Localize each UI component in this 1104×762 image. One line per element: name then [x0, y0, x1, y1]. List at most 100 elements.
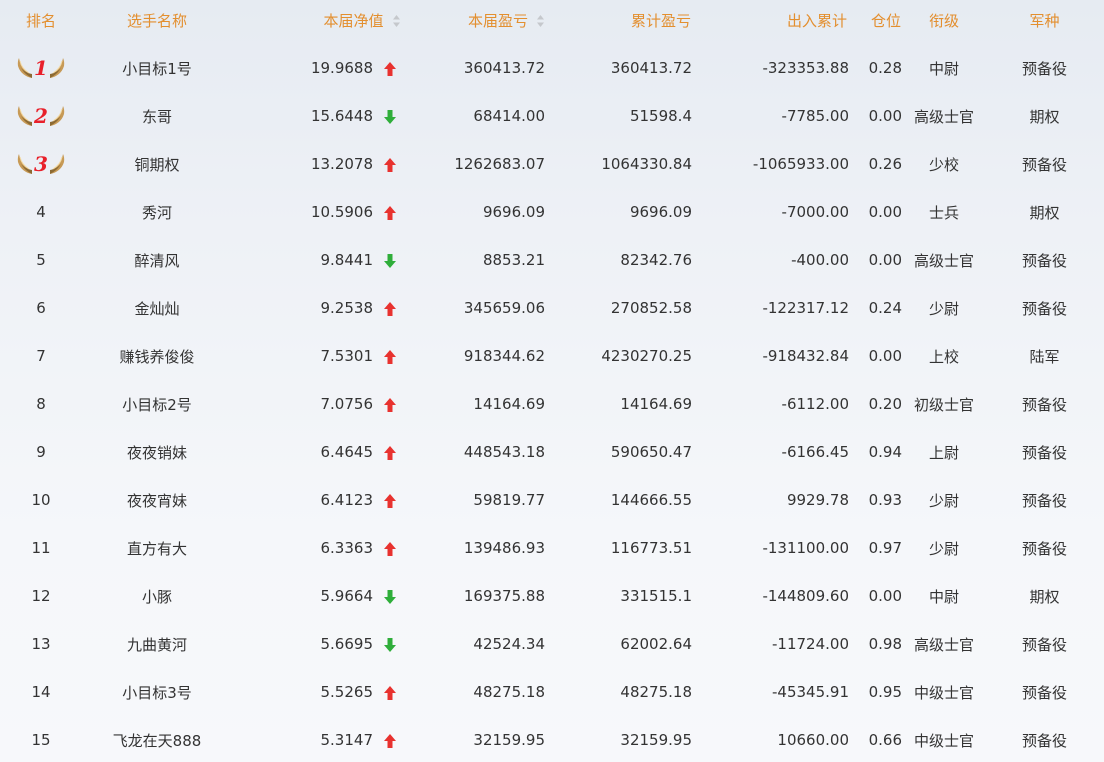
player-name[interactable]: 赚钱养俊俊: [82, 346, 232, 367]
header-session-pnl[interactable]: 本届盈亏: [430, 10, 545, 31]
arrow-down-icon: [383, 637, 397, 653]
table-row[interactable]: 10 夜夜宵妹 6.4123 59819.77 144666.55 9929.7…: [0, 476, 1104, 524]
table-row[interactable]: 11 直方有大 6.3363 139486.93 116773.51 -1311…: [0, 524, 1104, 572]
position: 0.66: [868, 731, 902, 749]
wing-left-icon: [16, 153, 33, 175]
player-name[interactable]: 九曲黄河: [82, 634, 232, 655]
rank-cell: 15: [0, 731, 82, 749]
net-value: 5.6695: [320, 635, 374, 653]
cash-flow: -11724.00: [772, 635, 849, 653]
arrow-up-icon: [383, 61, 397, 77]
arrow-down-icon: [383, 109, 397, 125]
rank-title: 高级士官: [913, 251, 974, 270]
rank-number: 9: [36, 443, 46, 461]
position: 0.94: [868, 443, 902, 461]
session-pnl: 8853.21: [482, 251, 545, 269]
arrow-up-icon: [383, 301, 397, 317]
rank-cell: 7: [0, 347, 82, 365]
player-name[interactable]: 金灿灿: [82, 298, 232, 319]
table-row[interactable]: 4 秀河 10.5906 9696.09 9696.09 -7000.00 0.…: [0, 188, 1104, 236]
player-name[interactable]: 醉清风: [82, 250, 232, 271]
trend-cell: [373, 299, 398, 317]
table-row[interactable]: 7 赚钱养俊俊 7.5301 918344.62 4230270.25 -918…: [0, 332, 1104, 380]
net-value: 15.6448: [310, 107, 373, 125]
session-pnl: 59819.77: [473, 491, 545, 509]
cumulative-pnl: 1064330.84: [601, 155, 692, 173]
header-position: 仓位: [870, 11, 901, 30]
header-net-value[interactable]: 本届净值: [232, 10, 430, 31]
arrow-up-icon: [383, 205, 397, 221]
table-row[interactable]: 3 铜期权 13.2078 1262683.07 1064330.84 -106…: [0, 140, 1104, 188]
rank-number: 8: [36, 395, 46, 413]
trend-cell: [373, 155, 398, 173]
position: 0.00: [868, 347, 902, 365]
rank-title: 初级士官: [913, 395, 974, 414]
player-name[interactable]: 小目标2号: [82, 394, 232, 415]
session-pnl: 139486.93: [463, 539, 545, 557]
header-net-value-label: 本届净值: [323, 11, 384, 30]
cash-flow: -1065933.00: [752, 155, 849, 173]
arrow-up-icon: [383, 733, 397, 749]
player-name[interactable]: 小目标3号: [82, 682, 232, 703]
rank-title: 上校: [928, 347, 959, 366]
session-pnl: 42524.34: [473, 635, 545, 653]
sort-icon[interactable]: [392, 14, 401, 28]
table-row[interactable]: 15 飞龙在天888 5.3147 32159.95 32159.95 1066…: [0, 716, 1104, 762]
rank-title: 少尉: [928, 299, 959, 318]
rank-cell: 8: [0, 395, 82, 413]
wing-right-icon: [49, 153, 66, 175]
cumulative-pnl: 51598.4: [629, 107, 692, 125]
rank-cell: 6: [0, 299, 82, 317]
arrow-up-icon: [383, 493, 397, 509]
trend-cell: [373, 251, 398, 269]
player-name[interactable]: 铜期权: [82, 154, 232, 175]
position: 0.00: [868, 251, 902, 269]
player-name[interactable]: 小豚: [82, 586, 232, 607]
table-row[interactable]: 14 小目标3号 5.5265 48275.18 48275.18 -45345…: [0, 668, 1104, 716]
cumulative-pnl: 48275.18: [620, 683, 692, 701]
table-row[interactable]: 9 夜夜销妹 6.4645 448543.18 590650.47 -6166.…: [0, 428, 1104, 476]
trend-cell: [373, 539, 398, 557]
cash-flow: -7785.00: [781, 107, 849, 125]
arm: 预备役: [1021, 251, 1067, 270]
table-row[interactable]: 8 小目标2号 7.0756 14164.69 14164.69 -6112.0…: [0, 380, 1104, 428]
player-name[interactable]: 直方有大: [82, 538, 232, 559]
cash-flow: -323353.88: [762, 59, 849, 77]
table-row[interactable]: 12 小豚 5.9664 169375.88 331515.1 -144809.…: [0, 572, 1104, 620]
sort-icon[interactable]: [536, 14, 545, 28]
player-name[interactable]: 秀河: [82, 202, 232, 223]
rank-number: 13: [31, 635, 51, 653]
arrow-up-icon: [383, 685, 397, 701]
leaderboard: 排名 选手名称 本届净值 本届盈亏 累计盈亏 出入累计 仓位 衔级 军种 1 小…: [0, 0, 1104, 762]
rank-title: 中尉: [928, 587, 959, 606]
net-value: 7.5301: [320, 347, 374, 365]
arm: 预备役: [1021, 539, 1067, 558]
table-row[interactable]: 2 东哥 15.6448 68414.00 51598.4 -7785.00 0…: [0, 92, 1104, 140]
player-name[interactable]: 夜夜销妹: [82, 442, 232, 463]
cumulative-pnl: 331515.1: [620, 587, 692, 605]
player-name[interactable]: 小目标1号: [82, 58, 232, 79]
player-name[interactable]: 夜夜宵妹: [82, 490, 232, 511]
player-name[interactable]: 东哥: [82, 106, 232, 127]
header-rank: 排名: [25, 11, 56, 30]
rank-title: 高级士官: [913, 107, 974, 126]
table-row[interactable]: 13 九曲黄河 5.6695 42524.34 62002.64 -11724.…: [0, 620, 1104, 668]
player-name[interactable]: 飞龙在天888: [82, 730, 232, 751]
position: 0.26: [868, 155, 902, 173]
net-value: 7.0756: [320, 395, 374, 413]
rank-number: 12: [31, 587, 51, 605]
rank-number: 4: [36, 203, 46, 221]
cash-flow: -6112.00: [781, 395, 849, 413]
position: 0.20: [868, 395, 902, 413]
cash-flow: -7000.00: [781, 203, 849, 221]
wing-left-icon: [16, 57, 33, 79]
table-row[interactable]: 5 醉清风 9.8441 8853.21 82342.76 -400.00 0.…: [0, 236, 1104, 284]
rank-title: 中尉: [928, 59, 959, 78]
trend-cell: [373, 107, 398, 125]
rank-number: 3: [34, 152, 48, 176]
arrow-down-icon: [383, 253, 397, 269]
table-row[interactable]: 6 金灿灿 9.2538 345659.06 270852.58 -122317…: [0, 284, 1104, 332]
table-header: 排名 选手名称 本届净值 本届盈亏 累计盈亏 出入累计 仓位 衔级 军种: [0, 0, 1104, 40]
table-row[interactable]: 1 小目标1号 19.9688 360413.72 360413.72 -323…: [0, 44, 1104, 92]
arm: 期权: [1029, 203, 1060, 222]
